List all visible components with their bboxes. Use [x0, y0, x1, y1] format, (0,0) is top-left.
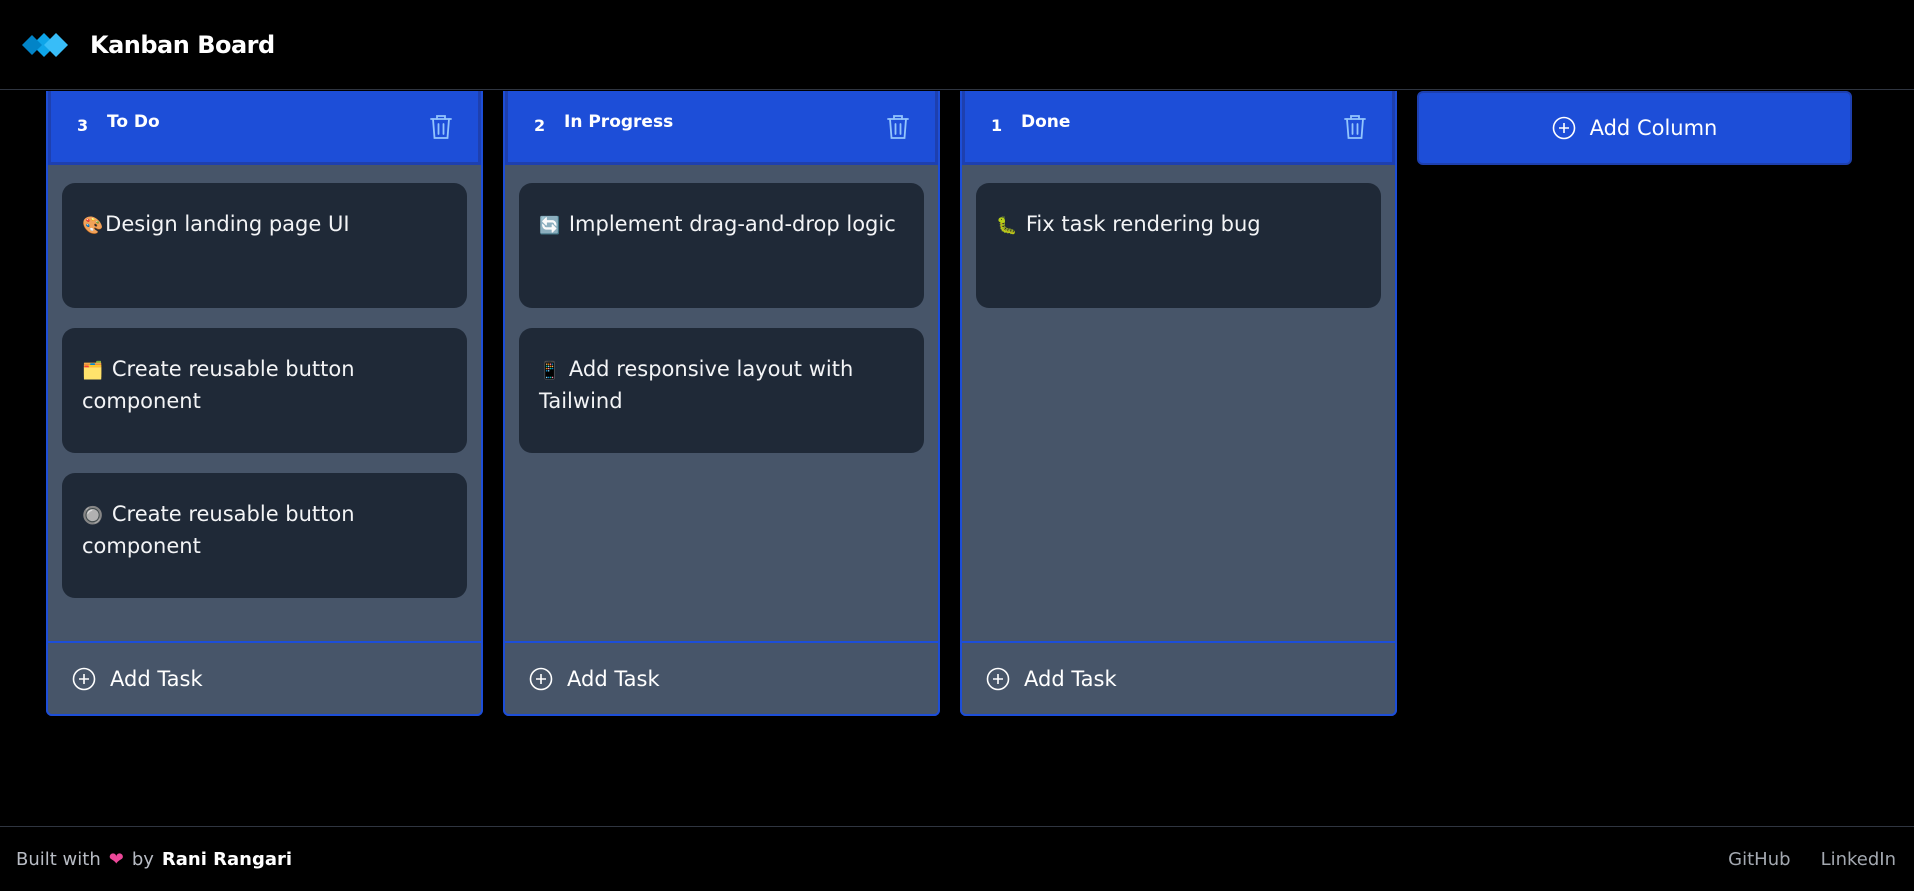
plus-circle-icon — [72, 667, 96, 690]
task-list: 🎨Design landing page UI 🗂️ Create reusab… — [48, 165, 481, 598]
column-header: 3 To Do — [48, 91, 481, 165]
add-task-button[interactable]: Add Task — [503, 641, 940, 716]
trash-icon[interactable] — [885, 113, 911, 141]
diamond-logo-icon — [18, 26, 74, 64]
add-task-button[interactable]: Add Task — [960, 641, 1397, 716]
task-card[interactable]: 🐛 Fix task rendering bug — [976, 183, 1381, 308]
built-with-text: Built with — [16, 848, 101, 870]
radio-button-icon: 🔘 — [82, 506, 104, 526]
task-card[interactable]: 🗂️ Create reusable button component — [62, 328, 467, 453]
task-text: Implement drag-and-drop logic — [568, 212, 896, 236]
trash-icon[interactable] — [1342, 113, 1368, 141]
built-with-credit: Built with ❤ by Rani Rangari — [16, 849, 292, 870]
task-text: Design landing page UI — [105, 212, 350, 236]
column-in-progress[interactable]: 2 In Progress 🔄 Implement drag-and-drop … — [503, 91, 940, 716]
column-title[interactable]: Done — [1021, 112, 1070, 132]
task-card[interactable]: 🔄 Implement drag-and-drop logic — [519, 183, 924, 308]
task-text: Create reusable button component — [82, 502, 355, 558]
trash-icon[interactable] — [428, 113, 454, 141]
app-title: Kanban Board — [90, 30, 275, 59]
heart-icon: ❤ — [108, 848, 124, 870]
github-link[interactable]: GitHub — [1728, 849, 1790, 870]
add-column-label: Add Column — [1589, 116, 1718, 140]
add-task-label: Add Task — [1024, 666, 1117, 691]
task-card[interactable]: 🎨Design landing page UI — [62, 183, 467, 308]
column-task-count: 1 — [991, 116, 1003, 135]
add-column-button[interactable]: Add Column — [1417, 91, 1852, 165]
task-text: Add responsive layout with Tailwind — [539, 357, 854, 413]
refresh-icon: 🔄 — [539, 216, 561, 236]
task-card[interactable]: 🔘 Create reusable button component — [62, 473, 467, 598]
column-task-count: 2 — [534, 116, 546, 135]
plus-circle-icon — [986, 667, 1010, 690]
add-task-label: Add Task — [110, 666, 203, 691]
column-header: 2 In Progress — [505, 91, 938, 165]
column-header: 1 Done — [962, 91, 1395, 165]
task-list: 🔄 Implement drag-and-drop logic 📱 Add re… — [505, 165, 938, 453]
kanban-board: 3 To Do 🎨Design landing page UI 🗂️ Creat… — [46, 91, 1852, 716]
bug-icon: 🐛 — [996, 216, 1018, 236]
plus-circle-icon — [529, 667, 553, 690]
column-done[interactable]: 1 Done 🐛 Fix task rendering bug Add Task — [960, 91, 1397, 716]
task-text: Create reusable button component — [82, 357, 355, 413]
mobile-phone-icon: 📱 — [539, 361, 561, 381]
folder-icon: 🗂️ — [82, 361, 104, 381]
by-text: by — [131, 848, 154, 870]
add-task-button[interactable]: Add Task — [46, 641, 483, 716]
footer-links: GitHub LinkedIn — [1728, 849, 1896, 870]
column-task-count: 3 — [77, 116, 89, 135]
author-name: Rani Rangari — [161, 848, 293, 870]
column-title[interactable]: In Progress — [564, 112, 673, 132]
column-title[interactable]: To Do — [107, 112, 160, 132]
task-list: 🐛 Fix task rendering bug — [962, 165, 1395, 308]
add-task-label: Add Task — [567, 666, 660, 691]
app-header: Kanban Board — [0, 0, 1914, 90]
plus-circle-icon — [1552, 116, 1575, 140]
linkedin-link[interactable]: LinkedIn — [1821, 849, 1896, 870]
task-card[interactable]: 📱 Add responsive layout with Tailwind — [519, 328, 924, 453]
column-to-do[interactable]: 3 To Do 🎨Design landing page UI 🗂️ Creat… — [46, 91, 483, 716]
app-footer: Built with ❤ by Rani Rangari GitHub Link… — [0, 826, 1914, 891]
palette-icon: 🎨 — [82, 216, 104, 236]
task-text: Fix task rendering bug — [1025, 212, 1261, 236]
